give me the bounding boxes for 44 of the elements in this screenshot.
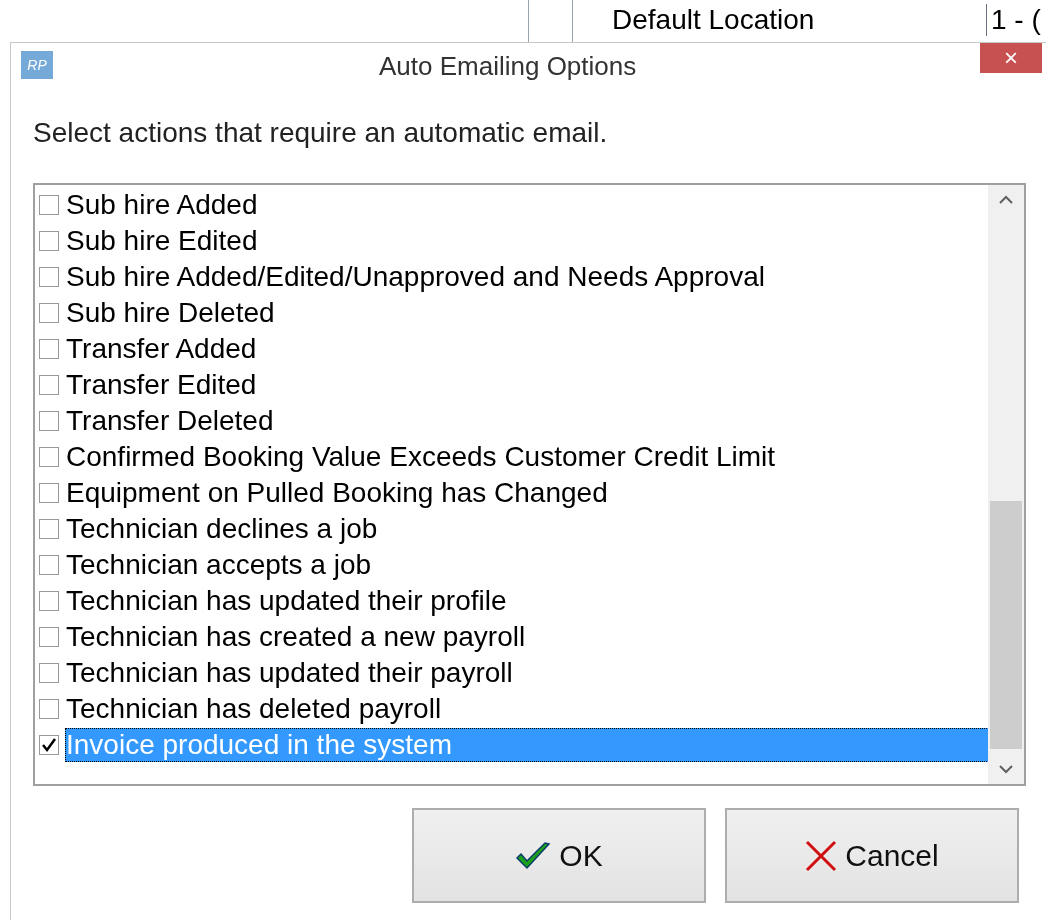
checkbox[interactable] [39, 483, 59, 503]
checkbox[interactable] [39, 303, 59, 323]
close-button[interactable]: × [980, 43, 1042, 73]
list-item[interactable]: Sub hire Edited [65, 225, 259, 257]
checkbox[interactable] [39, 591, 59, 611]
window-title: Auto Emailing Options [379, 50, 637, 83]
checkbox[interactable] [39, 339, 59, 359]
scroll-thumb[interactable] [990, 501, 1022, 749]
list-item[interactable]: Technician has created a new payroll [65, 621, 527, 653]
checkbox[interactable] [39, 699, 59, 719]
checkbox[interactable] [39, 735, 59, 755]
checkbox[interactable] [39, 195, 59, 215]
cross-icon [805, 839, 838, 872]
checkbox[interactable] [39, 375, 59, 395]
list-item[interactable]: Confirmed Booking Value Exceeds Customer Credit Limit [65, 441, 777, 473]
cancel-button[interactable]: Cancel [725, 808, 1019, 903]
check-icon [515, 840, 552, 871]
scroll-up-icon [998, 195, 1014, 205]
checkbox[interactable] [39, 519, 59, 539]
checkbox[interactable] [39, 663, 59, 683]
app-logo-icon: RP [21, 51, 53, 79]
list-item[interactable]: Technician has updated their payroll [65, 657, 514, 689]
list-item[interactable]: Transfer Added [65, 333, 258, 365]
scroll-down-icon [998, 764, 1014, 774]
list-item[interactable]: Technician has updated their profile [65, 585, 508, 617]
checkbox[interactable] [39, 447, 59, 467]
list-item[interactable]: Technician accepts a job [65, 549, 373, 581]
checkbox[interactable] [39, 627, 59, 647]
list-item[interactable]: Transfer Edited [65, 369, 258, 401]
checkbox[interactable] [39, 411, 59, 431]
list-item[interactable]: Sub hire Added [65, 189, 259, 221]
list-item[interactable]: Equipment on Pulled Booking has Changed [65, 477, 609, 509]
list-item[interactable]: Sub hire Added/Edited/Unapproved and Needs Approval [65, 261, 766, 293]
list-item[interactable]: Technician has deleted payroll [65, 693, 443, 725]
checkbox[interactable] [39, 231, 59, 251]
instruction-text: Select actions that require an automatic email. [33, 116, 608, 150]
field-value: 1 - ( [986, 4, 1041, 36]
ok-button[interactable]: OK [412, 808, 706, 903]
list-item[interactable]: Transfer Deleted [65, 405, 275, 437]
checkbox[interactable] [39, 267, 59, 287]
list-item[interactable]: Sub hire Deleted [65, 297, 276, 329]
checkbox[interactable] [39, 555, 59, 575]
list-item[interactable]: Technician declines a job [65, 513, 379, 545]
field-label: Default Location [612, 4, 815, 36]
